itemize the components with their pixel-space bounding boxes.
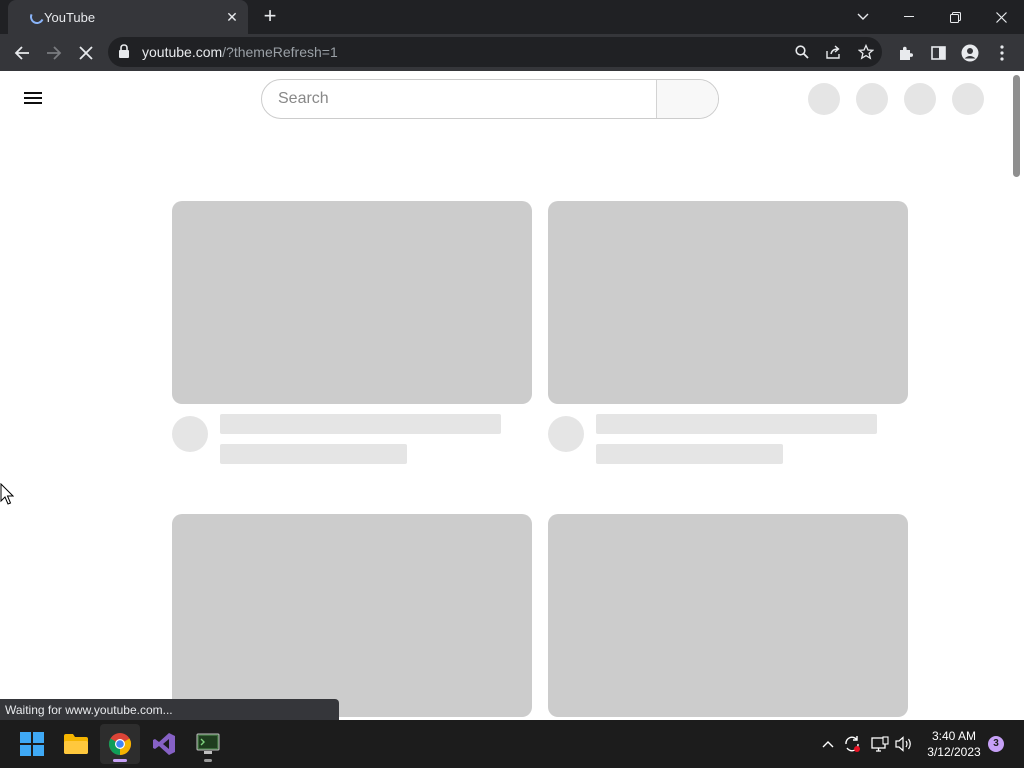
meta-skeleton: [220, 444, 407, 464]
lock-icon[interactable]: [118, 44, 130, 59]
back-button[interactable]: [8, 39, 36, 67]
share-icon: [826, 45, 840, 59]
video-thumbnail-skeleton: [172, 201, 532, 404]
volume-tray-button[interactable]: [894, 734, 914, 754]
close-window-button[interactable]: [979, 0, 1023, 34]
chrome-icon: [109, 733, 131, 755]
title-skeleton: [220, 414, 501, 434]
profile-icon: [961, 44, 979, 62]
clock-time: 3:40 AM: [931, 729, 977, 743]
meta-skeleton: [596, 444, 783, 464]
back-arrow-icon: [14, 46, 29, 60]
stop-loading-button[interactable]: [72, 39, 100, 67]
video-thumbnail-skeleton: [172, 514, 532, 717]
title-skeleton: [596, 414, 877, 434]
running-app-indicator: [204, 759, 212, 762]
start-button[interactable]: [12, 724, 52, 764]
chrome-taskbar-button[interactable]: [100, 724, 140, 764]
chevron-down-icon: [857, 13, 869, 20]
mouse-cursor-icon: [0, 483, 14, 505]
forward-button[interactable]: [40, 39, 68, 67]
windows-start-icon: [20, 732, 44, 756]
restore-icon: [949, 11, 961, 23]
clock-date: 3/12/2023: [927, 745, 981, 759]
url-host: youtube.com: [142, 44, 223, 60]
display-tray-button[interactable]: [870, 734, 890, 754]
extensions-button[interactable]: [892, 39, 920, 67]
video-thumbnail-skeleton: [548, 201, 908, 404]
search-button[interactable]: [656, 80, 718, 118]
youtube-page: [0, 71, 1024, 718]
header-icon-placeholder: [904, 83, 936, 115]
page-scrollbar[interactable]: [1010, 71, 1024, 718]
address-bar[interactable]: youtube.com/?themeRefresh=1: [108, 37, 882, 67]
search-page-button[interactable]: [792, 42, 812, 62]
status-text: Waiting for www.youtube.com...: [5, 703, 173, 717]
file-explorer-icon: [64, 734, 88, 754]
hamburger-line: [24, 97, 42, 99]
header-icon-placeholder: [856, 83, 888, 115]
minimize-icon: [904, 16, 914, 17]
menu-dots-icon: [1000, 45, 1004, 61]
forward-arrow-icon: [47, 46, 62, 60]
new-tab-button[interactable]: +: [258, 5, 282, 29]
tab-search-button[interactable]: [841, 0, 885, 34]
terminal-app-icon: [196, 733, 220, 754]
tab-close-icon[interactable]: ✕: [223, 8, 241, 26]
side-panel-icon: [930, 46, 946, 60]
scrollbar-thumb[interactable]: [1013, 75, 1020, 177]
search-icon: [795, 45, 809, 59]
stop-loading-icon: [79, 46, 93, 60]
show-hidden-icons-button[interactable]: [818, 734, 838, 754]
search-box: [261, 79, 719, 119]
browser-toolbar: youtube.com/?themeRefresh=1: [0, 34, 1024, 71]
profile-button[interactable]: [956, 39, 984, 67]
browser-menu-button[interactable]: [988, 39, 1016, 67]
display-icon: [871, 736, 889, 752]
header-icon-placeholder: [808, 83, 840, 115]
restore-button[interactable]: [933, 0, 977, 34]
file-explorer-button[interactable]: [56, 724, 96, 764]
notification-badge[interactable]: 3: [988, 736, 1004, 752]
screen: YouTube ✕ + youtube.com/?themeRefresh=1 …: [0, 0, 1024, 768]
browser-tab[interactable]: YouTube ✕: [8, 0, 248, 34]
guide-menu-button[interactable]: [24, 89, 48, 109]
close-icon: [995, 11, 1007, 23]
tab-title: YouTube: [44, 10, 96, 25]
share-button[interactable]: [824, 42, 844, 62]
status-bubble: Waiting for www.youtube.com...: [0, 699, 339, 720]
sync-icon: [845, 736, 860, 752]
visual-studio-button[interactable]: [144, 724, 184, 764]
volume-icon: [895, 736, 911, 752]
active-app-indicator: [113, 759, 127, 762]
hamburger-line: [24, 102, 42, 104]
chevron-up-icon: [822, 741, 834, 748]
hamburger-icon: [24, 92, 42, 94]
extensions-icon: [900, 46, 913, 60]
url-text[interactable]: youtube.com/?themeRefresh=1: [142, 44, 338, 60]
taskbar: 3:40 AM 3/12/2023 3: [0, 720, 1024, 768]
system-clock[interactable]: 3:40 AM 3/12/2023: [920, 728, 988, 760]
minimize-button[interactable]: [887, 0, 931, 34]
visual-studio-icon: [153, 733, 175, 755]
tab-strip: YouTube ✕ +: [0, 0, 1024, 34]
header-icon-placeholder: [952, 83, 984, 115]
terminal-app-button[interactable]: [188, 724, 228, 764]
bookmark-button[interactable]: [856, 42, 876, 62]
side-panel-button[interactable]: [924, 39, 952, 67]
channel-avatar-skeleton: [548, 416, 584, 452]
bookmark-star-icon: [858, 44, 874, 60]
search-input[interactable]: [262, 80, 656, 118]
sync-tray-button[interactable]: [842, 734, 862, 754]
channel-avatar-skeleton: [172, 416, 208, 452]
url-path: /?themeRefresh=1: [222, 44, 338, 60]
video-thumbnail-skeleton: [548, 514, 908, 717]
